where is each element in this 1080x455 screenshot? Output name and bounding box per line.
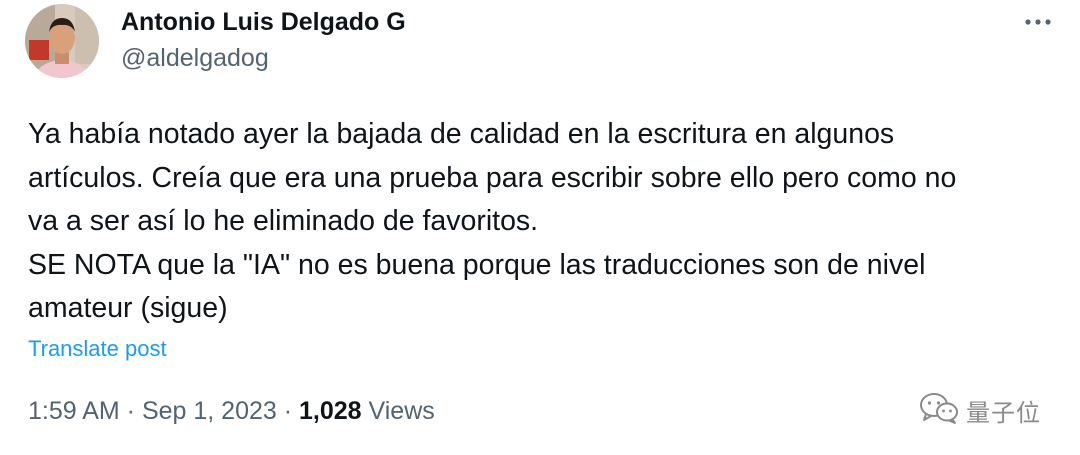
watermark: 量子位 — [918, 392, 1041, 428]
views-label: Views — [368, 397, 435, 425]
tweet-text-line: SE NOTA que la "IA" no es buena porque l… — [28, 248, 926, 281]
tweet-text-line: amateur (sigue) — [28, 292, 228, 324]
meta-separator: · — [276, 397, 300, 425]
avatar[interactable] — [25, 4, 99, 78]
post-time[interactable]: 1:59 AM — [28, 397, 120, 425]
tweet-meta: 1:59 AM · Sep 1, 2023 · 1,028 Views — [28, 397, 435, 426]
author-name[interactable]: Antonio Luis Delgado G — [121, 8, 406, 37]
post-date[interactable]: Sep 1, 2023 — [142, 397, 277, 425]
watermark-text: 量子位 — [966, 398, 1041, 427]
views-count: 1,028 — [299, 397, 362, 425]
tweet-text: Ya había notado ayer la bajada de calida… — [28, 113, 1058, 331]
avatar-photo — [25, 4, 99, 78]
meta-separator: · — [119, 397, 142, 425]
author-handle[interactable]: @aldelgadog — [121, 44, 269, 73]
translate-post-link[interactable]: Translate post — [28, 336, 167, 362]
wechat-icon — [918, 391, 960, 430]
more-horizontal-icon[interactable] — [1022, 10, 1054, 34]
tweet-text-line: va a ser así lo he eliminado de favorito… — [28, 205, 539, 237]
tweet-text-line: Ya había notado ayer la bajada de calida… — [28, 118, 895, 150]
tweet-card: Antonio Luis Delgado G @aldelgadog Ya ha… — [0, 0, 1080, 455]
tweet-text-line: artículos. Creía que era una prueba para… — [28, 161, 957, 194]
